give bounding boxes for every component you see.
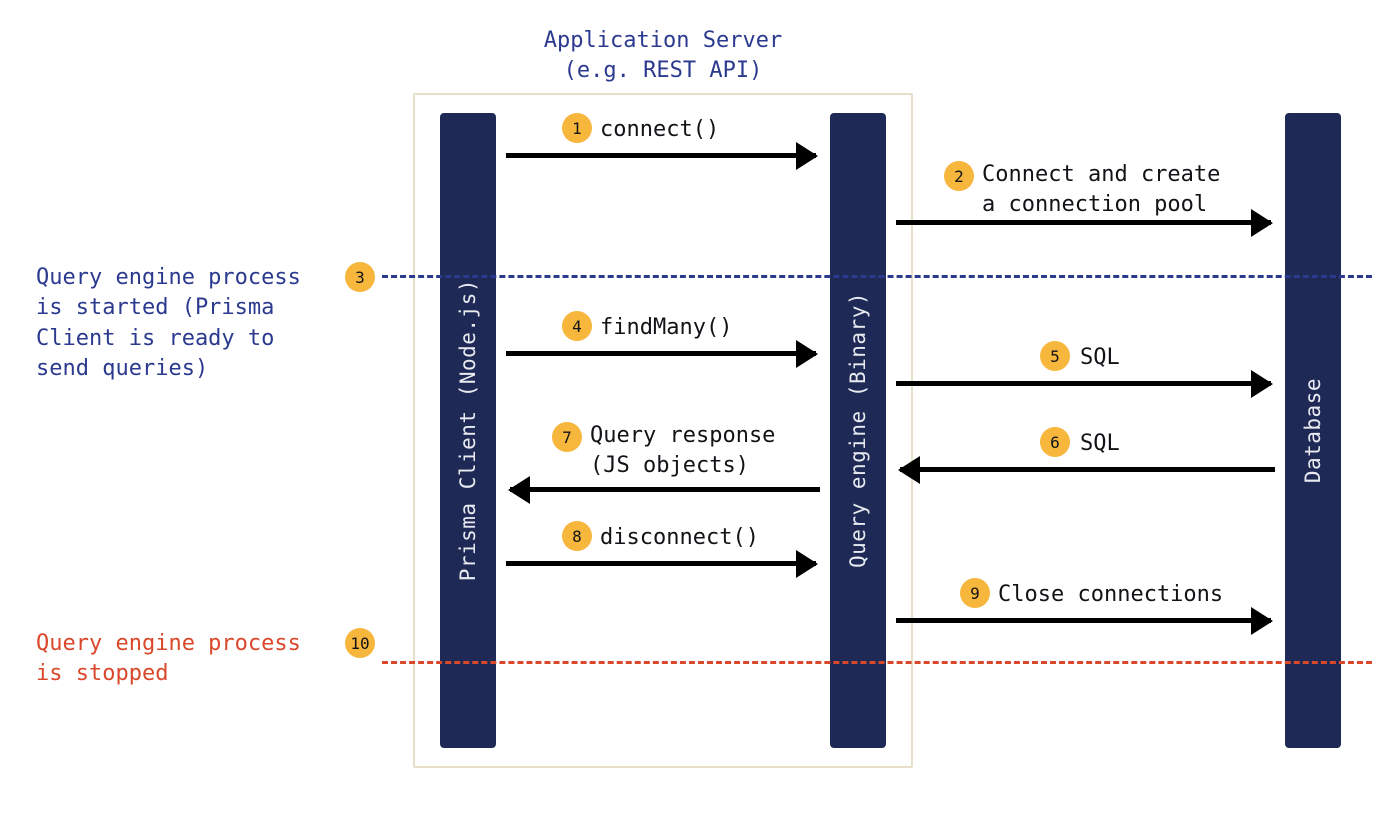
arrow-findmany <box>506 351 816 356</box>
arrow-connect-label: connect() <box>600 115 719 145</box>
pillar-query-engine: Query engine (Binary) <box>830 113 886 748</box>
app-server-title-line1: Application Server <box>544 28 782 53</box>
step-badge-1: 1 <box>562 113 592 143</box>
arrow-query-response-label: Query response (JS objects) <box>590 421 775 480</box>
arrow-create-pool <box>896 220 1271 225</box>
step-badge-2: 2 <box>944 161 974 191</box>
separator-engine-started <box>382 275 1372 278</box>
step-badge-9: 9 <box>960 578 990 608</box>
pillar-query-engine-label: Query engine (Binary) <box>846 292 870 568</box>
step-badge-3: 3 <box>345 262 375 292</box>
arrow-sql-out-label: SQL <box>1080 343 1120 373</box>
arrow-findmany-label: findMany() <box>600 313 732 343</box>
arrow-create-pool-label: Connect and create a connection pool <box>982 160 1220 219</box>
pillar-prisma-client: Prisma Client (Node.js) <box>440 113 496 748</box>
pillar-prisma-client-label: Prisma Client (Node.js) <box>456 279 480 581</box>
pillar-database-label: Database <box>1301 378 1325 483</box>
note-engine-stopped: Query engine process is stopped <box>36 629 336 690</box>
arrow-disconnect-label: disconnect() <box>600 523 759 553</box>
arrow-disconnect <box>506 561 816 566</box>
app-server-title: Application Server (e.g. REST API) <box>413 26 913 85</box>
arrow-sql-out <box>896 381 1271 386</box>
arrow-close-conn-label: Close connections <box>998 580 1223 610</box>
step-badge-6: 6 <box>1040 427 1070 457</box>
step-badge-7: 7 <box>552 422 582 452</box>
sequence-diagram: Application Server (e.g. REST API) Prism… <box>0 0 1400 814</box>
arrow-sql-back-label: SQL <box>1080 429 1120 459</box>
step-badge-10: 10 <box>345 628 375 658</box>
step-badge-4: 4 <box>562 311 592 341</box>
arrow-query-response <box>510 487 820 492</box>
step-badge-8: 8 <box>562 521 592 551</box>
arrow-connect <box>506 153 816 158</box>
step-badge-5: 5 <box>1040 341 1070 371</box>
arrow-sql-back <box>900 467 1275 472</box>
pillar-database: Database <box>1285 113 1341 748</box>
app-server-title-line2: (e.g. REST API) <box>564 58 763 83</box>
separator-engine-stopped <box>382 661 1372 664</box>
arrow-close-conn <box>896 618 1271 623</box>
note-engine-started: Query engine process is started (Prisma … <box>36 263 336 384</box>
